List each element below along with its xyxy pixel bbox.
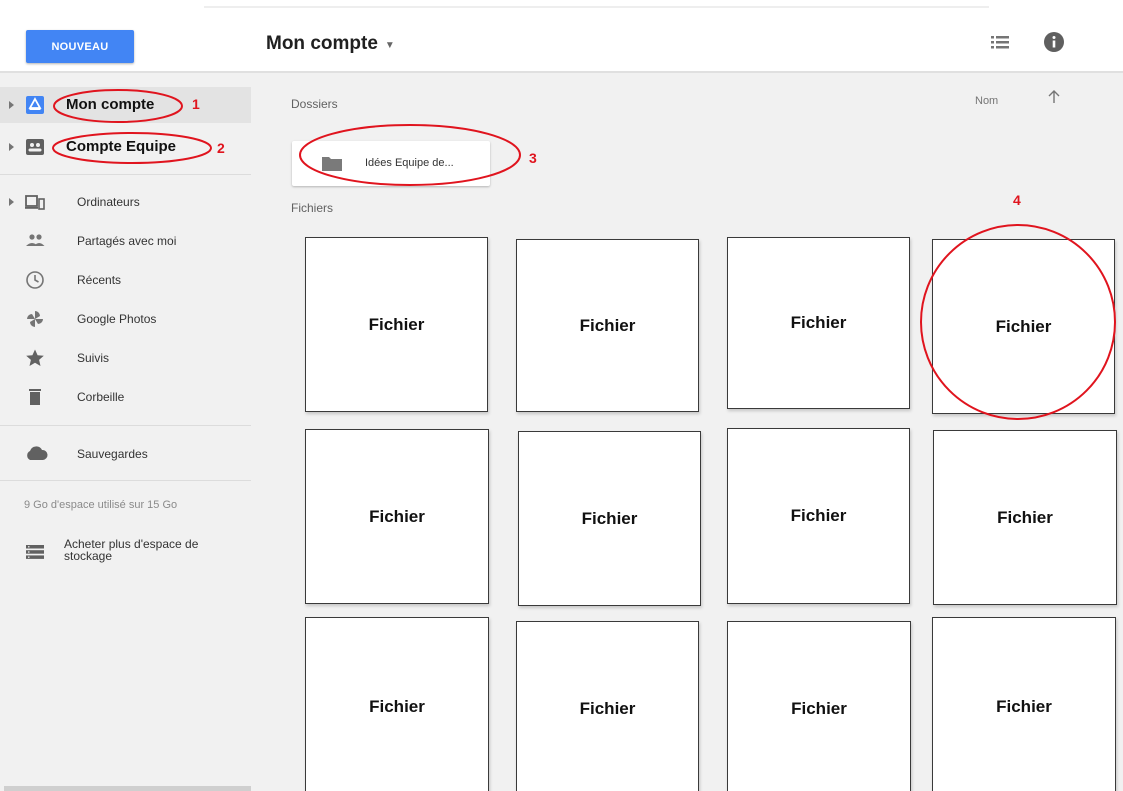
- file-card[interactable]: Fichier: [727, 621, 911, 791]
- buy-storage-label: Acheter plus d'espace de stockage: [64, 537, 199, 563]
- computers-icon: [25, 195, 45, 210]
- file-card[interactable]: Fichier: [932, 239, 1115, 414]
- sidebar-item-label: Google Photos: [77, 312, 157, 326]
- file-card[interactable]: Fichier: [305, 429, 489, 604]
- sidebar-item-compte-equipe[interactable]: Compte Equipe: [0, 129, 251, 165]
- sidebar-scrollbar[interactable]: [4, 786, 266, 791]
- expand-arrow-icon[interactable]: [9, 101, 14, 109]
- drive-icon: [26, 96, 44, 114]
- file-name: Fichier: [790, 313, 847, 332]
- sidebar-item-label: Partagés avec moi: [77, 234, 177, 248]
- file-name: Fichier: [368, 314, 425, 334]
- file-card[interactable]: Fichier: [516, 239, 699, 412]
- file-card[interactable]: Fichier: [305, 617, 489, 791]
- folder-icon: [322, 157, 342, 171]
- sidebar-item-mon-compte[interactable]: Mon compte: [0, 87, 251, 123]
- search-bar-edge: [204, 6, 989, 8]
- file-name: Fichier: [581, 508, 638, 528]
- sidebar-item-ordinateurs[interactable]: Ordinateurs: [0, 184, 251, 220]
- buy-storage-link[interactable]: Acheter plus d'espace de stockage: [0, 536, 251, 576]
- info-icon[interactable]: [1043, 31, 1065, 53]
- shared-people-icon: [26, 234, 45, 246]
- folder-item[interactable]: Idées Equipe de...: [292, 141, 490, 186]
- file-name: Fichier: [369, 506, 425, 526]
- sidebar-item-label: Mon compte: [66, 96, 155, 113]
- sidebar-item-recents[interactable]: Récents: [0, 262, 251, 298]
- annotation-number-2: 2: [217, 140, 225, 156]
- sort-by-name[interactable]: Nom: [975, 95, 998, 107]
- file-card[interactable]: Fichier: [727, 237, 910, 409]
- annotation-number-1: 1: [192, 96, 200, 112]
- annotation-number-3: 3: [529, 150, 537, 166]
- pinwheel-icon: [27, 311, 43, 327]
- list-view-icon[interactable]: [989, 31, 1011, 53]
- main-content: Dossiers Nom Idées Equipe de... Fichiers…: [251, 73, 1123, 791]
- file-name: Fichier: [369, 697, 425, 716]
- trash-icon: [29, 389, 41, 405]
- clock-icon: [26, 271, 44, 289]
- sidebar-item-label: Récents: [77, 273, 122, 287]
- folders-heading: Dossiers: [291, 97, 338, 111]
- sidebar-item-label: Compte Equipe: [66, 138, 177, 155]
- page-title-label: Mon compte: [266, 33, 378, 54]
- file-name: Fichier: [995, 316, 1052, 336]
- file-name: Fichier: [996, 697, 1052, 716]
- file-name: Fichier: [997, 507, 1053, 527]
- sidebar-item-label: Sauvegardes: [77, 447, 148, 461]
- storage-usage-text: 9 Go d'espace utilisé sur 15 Go: [24, 499, 178, 511]
- file-name: Fichier: [579, 699, 636, 718]
- new-button[interactable]: NOUVEAU: [26, 30, 134, 63]
- file-card[interactable]: Fichier: [518, 431, 701, 606]
- file-name: Fichier: [790, 506, 847, 525]
- files-heading: Fichiers: [291, 201, 334, 215]
- sidebar: Mon compte Compte Equipe Ordinateurs Par…: [0, 73, 266, 791]
- sidebar-item-label: Suivis: [77, 351, 110, 365]
- sidebar-divider: [0, 174, 251, 175]
- sidebar-item-google-photos[interactable]: Google Photos: [0, 301, 251, 337]
- caret-down-icon: ▼: [384, 40, 395, 51]
- sidebar-item-suivis[interactable]: Suivis: [0, 340, 251, 376]
- sidebar-item-label: Ordinateurs: [77, 195, 140, 209]
- sidebar-divider: [0, 425, 251, 426]
- page-title[interactable]: Mon compte ▼: [266, 33, 395, 55]
- file-card[interactable]: Fichier: [305, 237, 488, 412]
- file-card[interactable]: Fichier: [727, 428, 910, 604]
- team-drive-icon: [26, 139, 44, 155]
- file-name: Fichier: [791, 699, 847, 718]
- top-bar: NOUVEAU Mon compte ▼: [0, 0, 1123, 73]
- star-icon: [26, 349, 44, 366]
- sidebar-item-label: Corbeille: [77, 390, 125, 404]
- file-card[interactable]: Fichier: [933, 430, 1117, 605]
- sidebar-item-sauvegardes[interactable]: Sauvegardes: [0, 436, 251, 472]
- cloud-icon: [27, 446, 48, 460]
- file-card[interactable]: Fichier: [932, 617, 1116, 791]
- storage-icon: [26, 545, 44, 559]
- folder-name: Idées Equipe de...: [365, 157, 454, 169]
- file-name: Fichier: [579, 315, 636, 335]
- annotation-number-4: 4: [1013, 192, 1021, 208]
- expand-arrow-icon[interactable]: [9, 143, 14, 151]
- expand-arrow-icon[interactable]: [9, 198, 14, 206]
- file-card[interactable]: Fichier: [516, 621, 699, 791]
- sidebar-item-partages[interactable]: Partagés avec moi: [0, 223, 251, 259]
- sidebar-item-corbeille[interactable]: Corbeille: [0, 379, 251, 415]
- arrow-up-icon[interactable]: [1047, 89, 1061, 105]
- sidebar-divider: [0, 480, 251, 481]
